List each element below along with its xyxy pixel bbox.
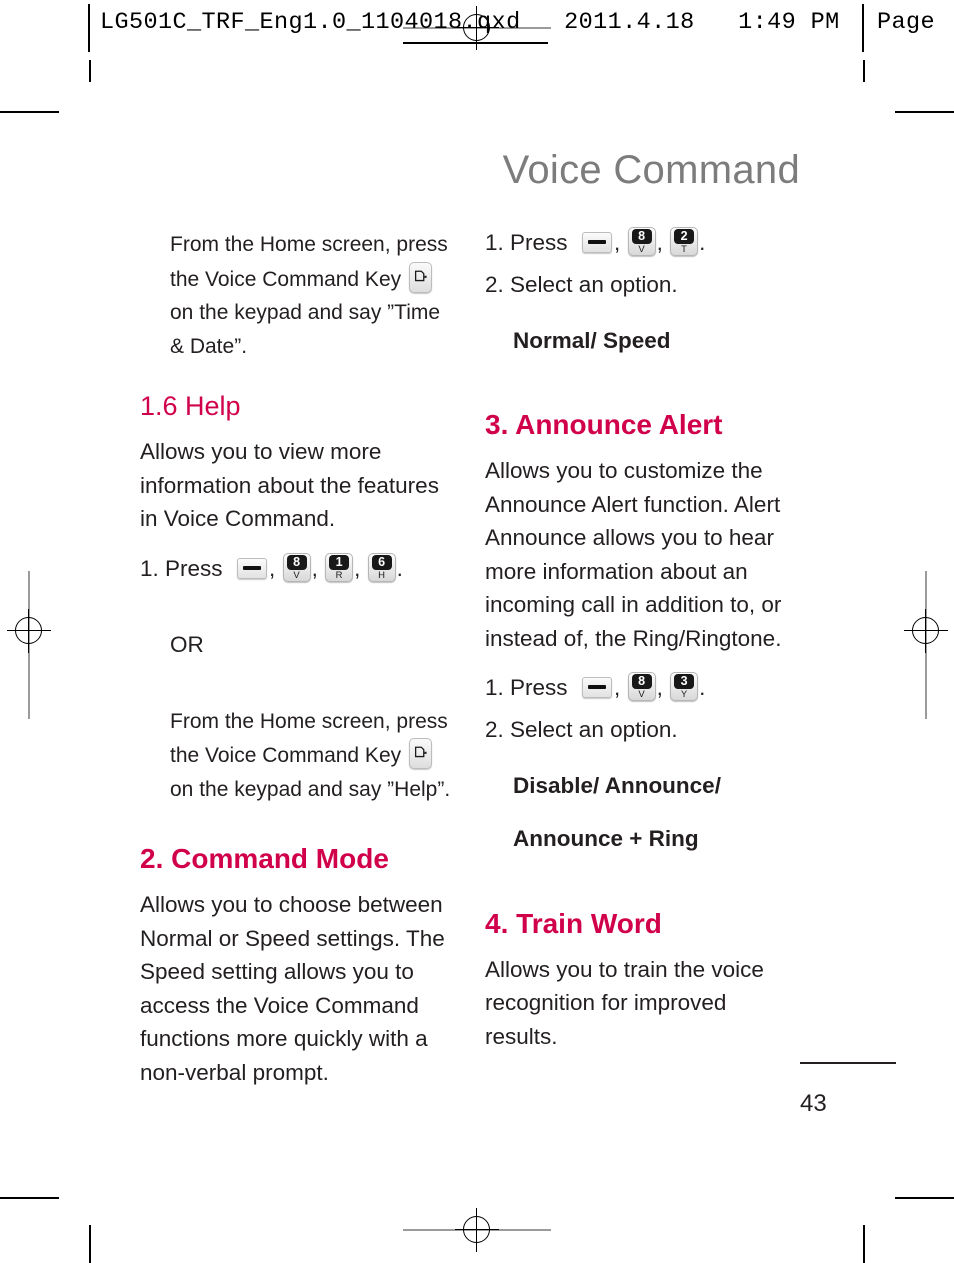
key-8-v-icon: 8V [627,672,656,701]
train-word-body: Allows you to train the voice recognitio… [485,956,764,1049]
intro-line-1: From the Home screen, press [170,233,448,256]
key-3-y-icon: 3Y [670,672,699,701]
menu-key-icon [582,232,613,253]
announce-alert-body: Allows you to customize the Announce Ale… [485,458,782,651]
announce-alert-step-1-label: 1. Press [485,675,568,700]
heading-announce-alert: 3. Announce Alert [485,409,723,440]
help-or-paragraph: From the Home screen, press the Voice Co… [170,705,460,807]
heading-help: 1.6 Help [140,391,241,421]
help-or-line-1: From the Home screen, press [170,709,448,733]
command-mode-step-2: 2. Select an option. [485,272,678,297]
page-title: Voice Command [502,148,800,192]
menu-key-icon [582,677,613,698]
footer-rule [800,1062,896,1064]
announce-alert-step-1-terminator: . [699,675,706,700]
command-mode-step-1: 1. Press , 8V, 2T. [485,227,706,256]
heading-command-mode: 2. Command Mode [140,843,389,874]
intro-line-3: on the keypad and say ”Time [170,301,441,324]
key-2-t-icon: 2T [670,227,699,256]
heading-train-word: 4. Train Word [485,907,662,939]
help-step-1: 1. Press , 8V, 1R, 6H. [140,552,403,582]
menu-key-icon [237,557,268,579]
command-mode-body: Allows you to choose between Normal or S… [140,892,445,1085]
intro-paragraph: From the Home screen, press the Voice Co… [170,228,460,363]
key-8-v-icon: 8V [282,552,311,582]
announce-alert-options-line-1: Disable/ Announce/ [513,772,721,798]
intro-line-2: the Voice Command Key [170,267,402,291]
announce-alert-options-line-2: Announce + Ring [513,826,699,851]
right-column: 1. Press , 8V, 2T. 2. Select an option. … [485,227,805,1053]
manual-page: Voice Command From the Home screen, pres… [0,0,954,1263]
key-6-h-icon: 6H [367,552,396,582]
announce-alert-step-2: 2. Select an option. [485,717,678,742]
help-body: Allows you to view more information abou… [140,439,439,531]
voice-command-key-icon [408,261,432,293]
help-step-1-label: 1. Press [140,555,223,581]
command-mode-step-1-label: 1. Press [485,230,568,255]
voice-command-key-icon [408,738,432,769]
left-column: From the Home screen, press the Voice Co… [140,228,460,1089]
intro-line-4: & Date”. [170,334,248,358]
key-8-v-icon: 8V [627,227,656,256]
command-mode-options: Normal/ Speed [513,327,671,353]
help-step-1-terminator: . [396,555,403,581]
help-or-label: OR [170,632,204,657]
help-or-line-3: on the keypad and say ”Help”. [170,777,451,801]
page-number: 43 [800,1090,827,1117]
key-1-r-icon: 1R [325,552,354,582]
command-mode-step-1-terminator: . [699,230,706,255]
announce-alert-step-1: 1. Press , 8V, 3Y. [485,672,706,701]
help-or-line-2: the Voice Command Key [170,744,402,767]
